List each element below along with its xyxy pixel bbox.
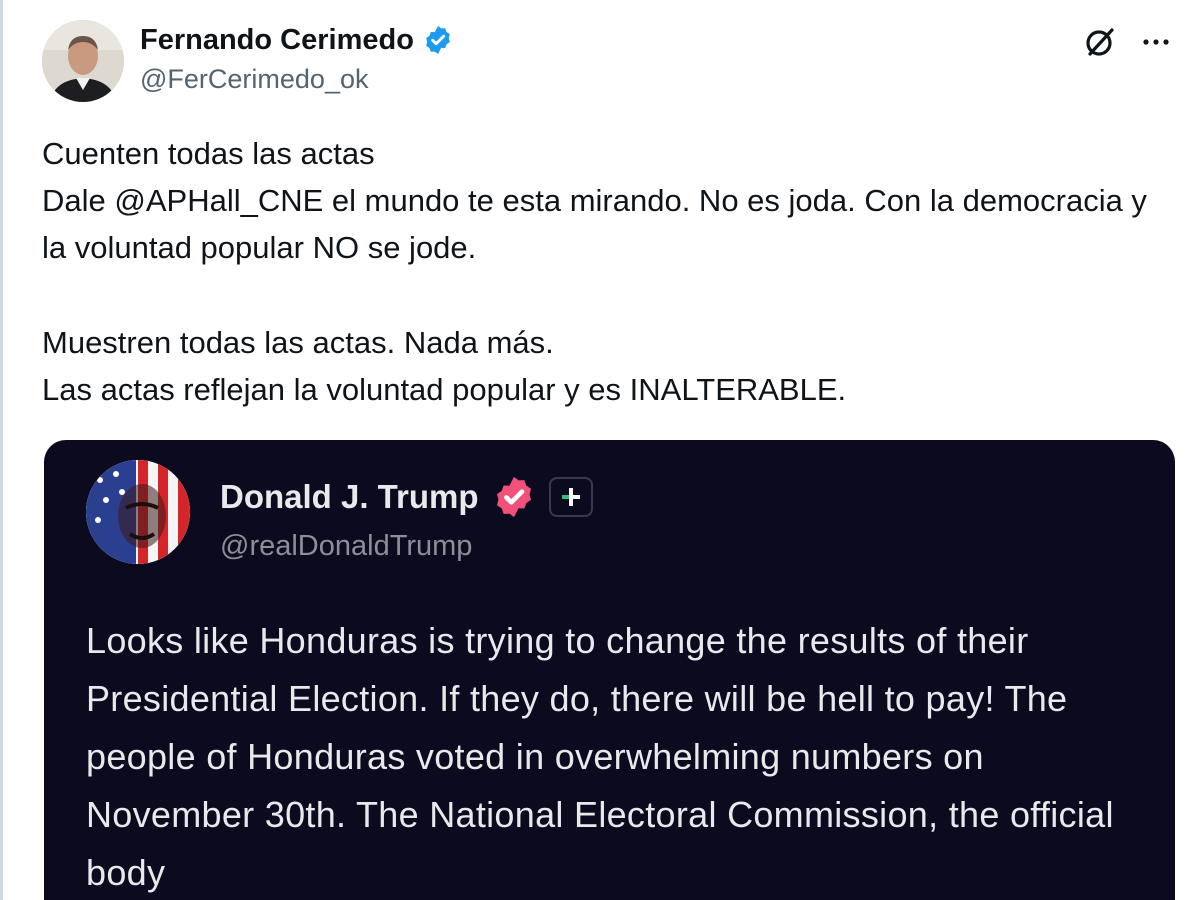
author-name[interactable]: Fernando Cerimedo [140,22,414,58]
quoted-author-name-row[interactable]: Donald J. Trump [220,474,593,520]
quoted-author-handle[interactable]: @realDonaldTrump [220,528,472,564]
tweet-text: Cuenten todas las actas Dale @APHall_CNE… [42,130,1162,413]
grok-icon[interactable] [1082,24,1118,60]
plus-icon[interactable] [548,477,593,517]
author-name-row[interactable]: Fernando Cerimedo [140,22,454,58]
tweet-line: Cuenten todas las actas [42,136,375,171]
quoted-post[interactable]: Donald J. Trump @realDonaldTrump Looks l… [44,440,1175,900]
more-options-icon[interactable] [1138,24,1174,60]
quoted-post-text: Looks like Honduras is trying to change … [86,620,1114,893]
tweet-line: Muestren todas las actas. Nada más. [42,325,554,360]
tweet-line: Las actas reflejan la voluntad popular y… [42,372,847,407]
post: Fernando Cerimedo @FerCerimedo_ok Cuente… [0,0,1200,900]
author-avatar[interactable] [42,20,124,102]
verified-badge-icon [491,474,537,520]
quoted-author-name[interactable]: Donald J. Trump [220,477,479,517]
author-handle[interactable]: @FerCerimedo_ok [140,62,369,96]
tweet-line: Dale @APHall_CNE el mundo te esta mirand… [42,183,1147,265]
quoted-author-avatar[interactable] [86,460,190,564]
verified-badge-icon [422,24,454,56]
